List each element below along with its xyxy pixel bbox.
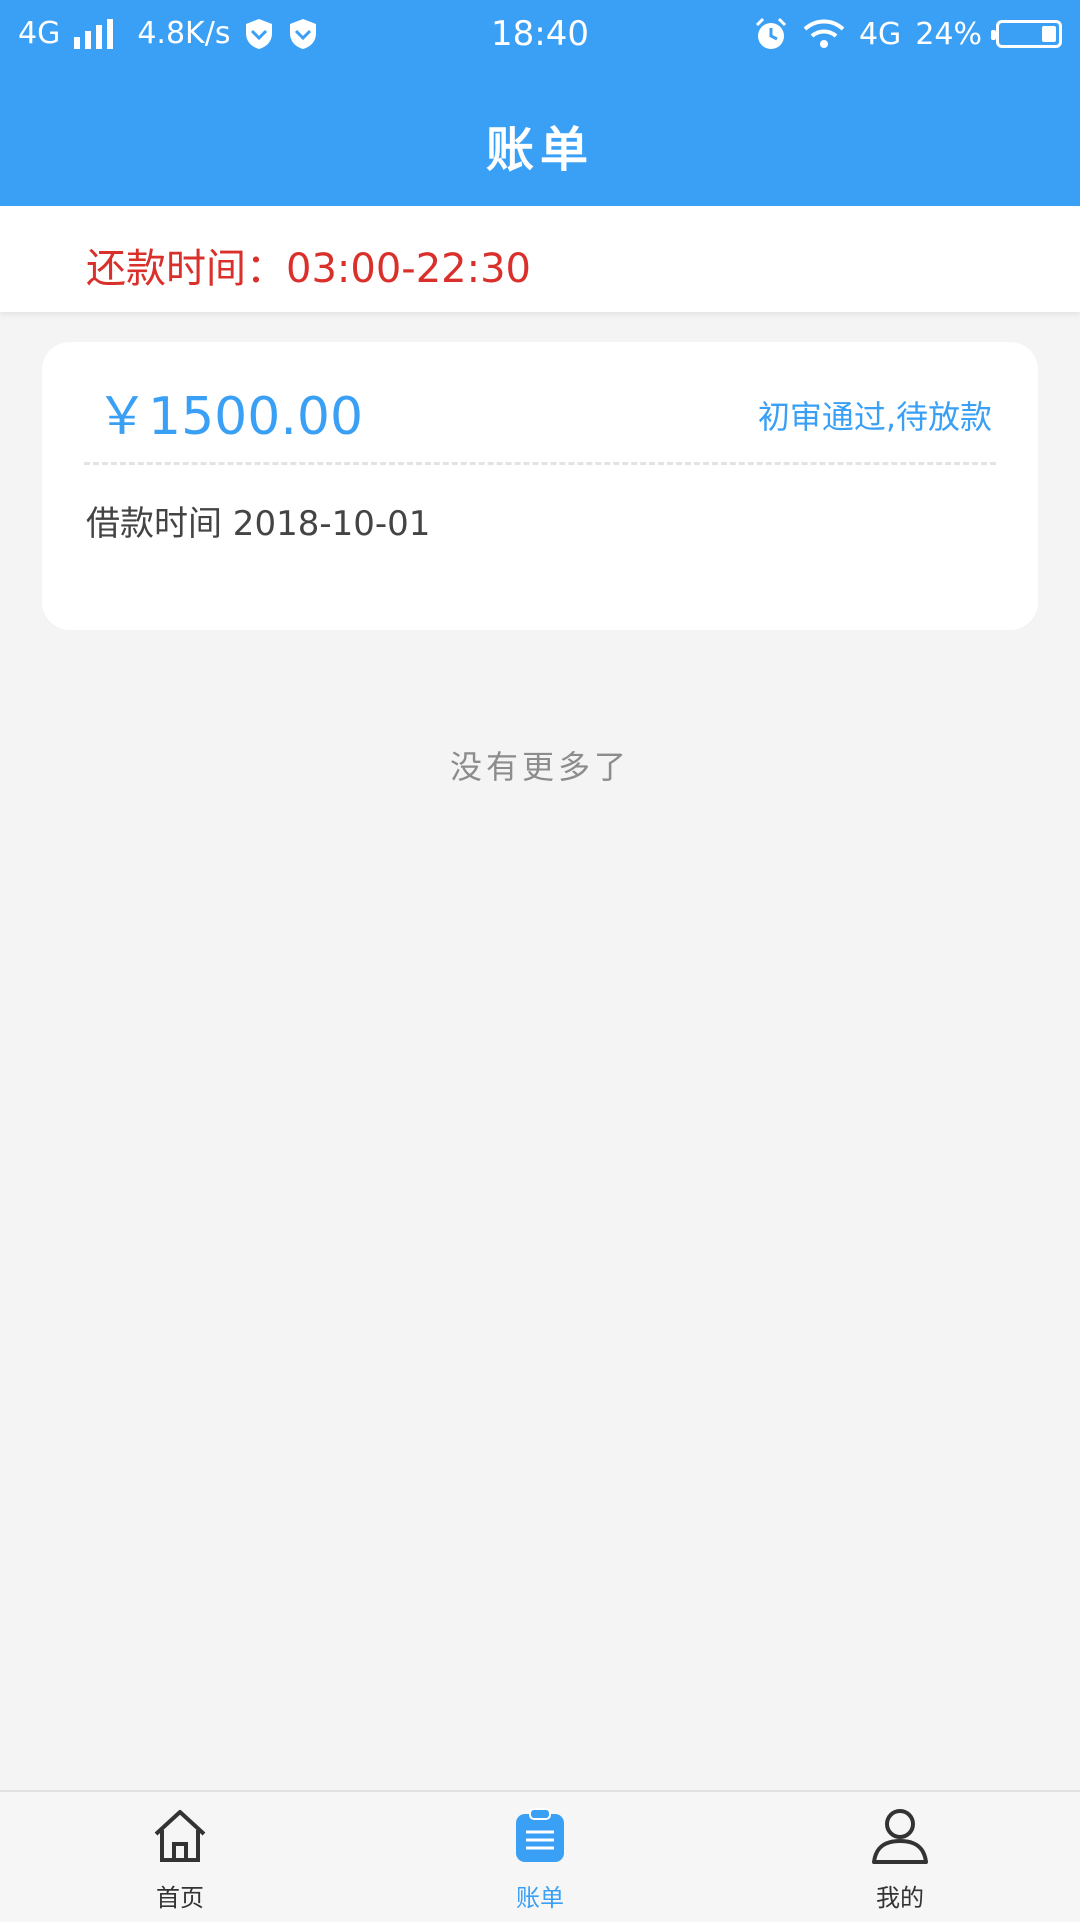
status-right: 4G 24% — [753, 16, 1062, 52]
tab-home[interactable]: 首页 — [80, 1792, 280, 1922]
home-icon — [154, 1810, 206, 1862]
loan-date: 借款时间 2018-10-01 — [86, 504, 431, 544]
top-bar: 4G 4.8K/s 18:40 4G 24% 账单 — [0, 0, 1080, 206]
tab-bill[interactable]: 账单 — [440, 1792, 640, 1922]
battery-icon — [991, 20, 1062, 48]
tab-mine-label: 我的 — [876, 1884, 924, 1912]
tab-home-label: 首页 — [156, 1884, 204, 1912]
bottom-tab-bar: 首页 账单 我的 — [0, 1790, 1080, 1922]
tab-bill-label: 账单 — [516, 1884, 564, 1912]
wifi-icon — [803, 19, 845, 48]
alarm-icon — [755, 17, 787, 49]
repay-time-text: 还款时间：03:00-22:30 — [86, 246, 531, 292]
battery-percent: 24% — [915, 16, 982, 52]
page-title: 账单 — [485, 122, 594, 178]
status-bar: 4G 4.8K/s 18:40 4G 24% — [0, 0, 1080, 70]
bill-card[interactable]: ￥1500.00 初审通过,待放款 借款时间 2018-10-01 — [42, 342, 1038, 630]
list-end-text: 没有更多了 — [449, 748, 630, 786]
bill-amount: ￥1500.00 — [96, 387, 364, 447]
bill-status: 初审通过,待放款 — [757, 398, 992, 436]
repay-time-notice: 还款时间：03:00-22:30 — [0, 206, 1080, 312]
user-icon — [872, 1809, 928, 1864]
network-type-right: 4G — [858, 16, 902, 52]
divider — [84, 462, 996, 465]
bill-icon — [516, 1808, 564, 1862]
tab-mine[interactable]: 我的 — [800, 1792, 1000, 1922]
